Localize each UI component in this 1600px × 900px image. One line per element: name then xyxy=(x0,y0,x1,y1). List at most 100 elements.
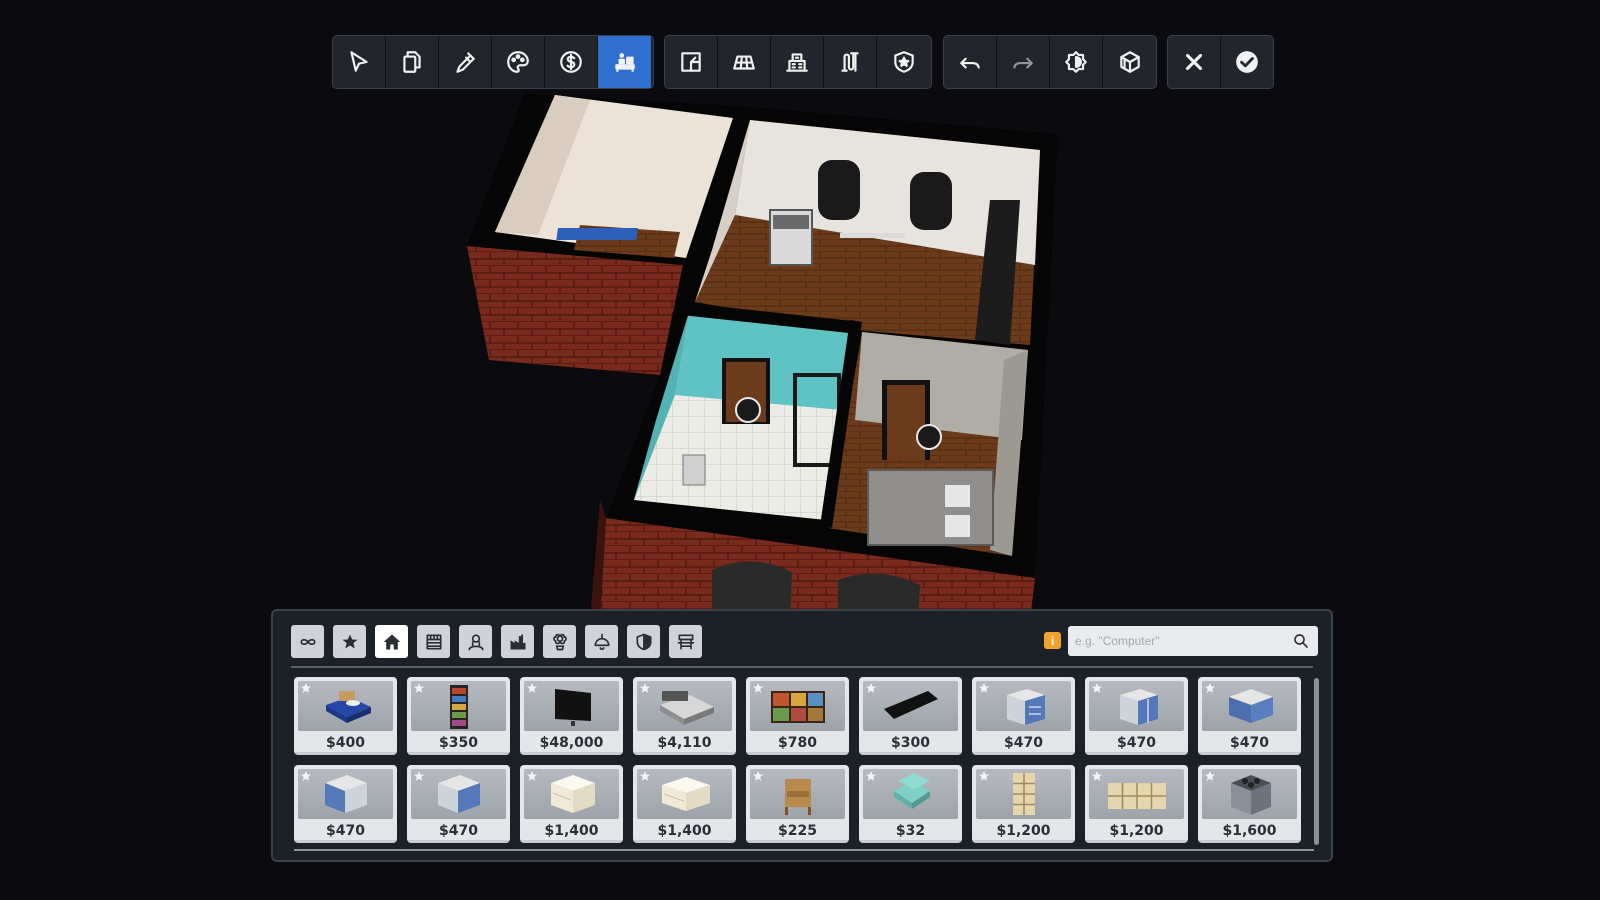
jewelry-box-icon xyxy=(863,769,958,819)
search-input[interactable] xyxy=(1068,626,1283,656)
favorite-star-icon[interactable] xyxy=(978,769,990,781)
catalog-item[interactable]: $300 xyxy=(859,677,962,755)
catalog-item[interactable]: $470 xyxy=(1085,677,1188,755)
item-price: $400 xyxy=(326,735,365,751)
door-cabinet-icon xyxy=(1089,681,1184,731)
plant-icon xyxy=(552,633,567,650)
living-room xyxy=(828,332,1028,556)
category-favorites-button[interactable] xyxy=(333,625,366,658)
corner-cabinet-icon xyxy=(298,769,393,819)
store-icon xyxy=(426,634,441,649)
favorite-star-icon[interactable] xyxy=(413,681,425,693)
star-icon xyxy=(342,634,357,648)
cube-shelf-tall-icon xyxy=(976,769,1071,819)
item-price: $350 xyxy=(439,735,478,751)
favorite-star-icon[interactable] xyxy=(1091,681,1103,693)
item-price: $470 xyxy=(326,823,365,839)
white-cabinet-icon xyxy=(524,769,619,819)
corner-cabinet-2-icon xyxy=(411,769,506,819)
ceiling-lamp-icon xyxy=(594,633,609,650)
favorite-star-icon[interactable] xyxy=(413,769,425,781)
catalog-item[interactable]: $780 xyxy=(746,677,849,755)
cube-shelf-wide-icon xyxy=(1089,769,1184,819)
infinity-icon xyxy=(300,638,315,645)
counter-cabinet-icon xyxy=(1202,681,1297,731)
favorite-star-icon[interactable] xyxy=(300,769,312,781)
item-price: $470 xyxy=(1004,735,1043,751)
category-garden-button[interactable] xyxy=(543,625,576,658)
item-price: $1,400 xyxy=(544,823,599,839)
catalog-item[interactable]: $470 xyxy=(407,765,510,843)
home-icon xyxy=(383,634,400,649)
favorite-star-icon[interactable] xyxy=(1204,681,1216,693)
category-home-button[interactable] xyxy=(375,625,408,658)
catalog-item[interactable]: $400 xyxy=(294,677,397,755)
shield-icon xyxy=(636,633,651,650)
worker-icon xyxy=(468,634,483,650)
catalog-item[interactable]: $1,200 xyxy=(972,765,1075,843)
item-price: $470 xyxy=(439,823,478,839)
favorite-star-icon[interactable] xyxy=(1091,769,1103,781)
item-price: $1,600 xyxy=(1222,823,1277,839)
catalog-item[interactable]: $225 xyxy=(746,765,849,843)
white-cabinet-2-icon xyxy=(637,769,732,819)
item-price: $1,200 xyxy=(996,823,1051,839)
favorite-star-icon[interactable] xyxy=(639,681,651,693)
nightstand-icon xyxy=(750,769,845,819)
category-office-button[interactable] xyxy=(459,625,492,658)
catalog-item[interactable]: $470 xyxy=(972,677,1075,755)
item-price: $1,400 xyxy=(657,823,712,839)
bookshelf-icon xyxy=(411,681,506,731)
item-price: $4,110 xyxy=(657,735,712,751)
category-security-button[interactable] xyxy=(627,625,660,658)
category-outdoor-button[interactable] xyxy=(669,625,702,658)
info-badge[interactable]: i xyxy=(1044,632,1061,649)
favorite-star-icon[interactable] xyxy=(865,681,877,693)
category-store-button[interactable] xyxy=(417,625,450,658)
category-industrial-button[interactable] xyxy=(501,625,534,658)
catalog-item[interactable]: $48,000 xyxy=(520,677,623,755)
favorite-star-icon[interactable] xyxy=(526,769,538,781)
favorite-star-icon[interactable] xyxy=(1204,769,1216,781)
catalog-item[interactable]: $1,400 xyxy=(520,765,623,843)
catalog-divider xyxy=(291,666,1313,668)
catalog-scrollbar[interactable] xyxy=(1314,678,1319,845)
catalog-item[interactable]: $350 xyxy=(407,677,510,755)
item-price: $1,200 xyxy=(1109,823,1164,839)
catalog-row-edge xyxy=(294,849,1314,851)
catalog-item[interactable]: $1,200 xyxy=(1085,765,1188,843)
item-price: $32 xyxy=(895,823,926,839)
catalog-panel: i $400 $350 $48,000 $4,110 xyxy=(271,609,1333,862)
catalog-grid: $400 $350 $48,000 $4,110 $780 $300 $470 … xyxy=(294,677,1301,843)
favorite-star-icon[interactable] xyxy=(639,769,651,781)
favorite-star-icon[interactable] xyxy=(300,681,312,693)
search-icon[interactable] xyxy=(1292,632,1310,650)
tv-icon xyxy=(524,681,619,731)
wide-bookshelf-icon xyxy=(750,681,845,731)
catalog-item[interactable]: $470 xyxy=(294,765,397,843)
item-price: $48,000 xyxy=(539,735,604,751)
catalog-item[interactable]: $470 xyxy=(1198,677,1301,755)
category-all-button[interactable] xyxy=(291,625,324,658)
favorite-star-icon[interactable] xyxy=(978,681,990,693)
house-viewport[interactable] xyxy=(0,0,1600,620)
flat-tv-icon xyxy=(863,681,958,731)
category-lighting-button[interactable] xyxy=(585,625,618,658)
favorite-star-icon[interactable] xyxy=(526,681,538,693)
bench-icon xyxy=(677,634,694,649)
catalog-item[interactable]: $1,600 xyxy=(1198,765,1301,843)
search-box xyxy=(1068,626,1318,656)
item-price: $225 xyxy=(778,823,817,839)
favorite-star-icon[interactable] xyxy=(865,769,877,781)
double-bed-icon xyxy=(637,681,732,731)
item-price: $780 xyxy=(778,735,817,751)
favorite-star-icon[interactable] xyxy=(752,769,764,781)
item-price: $470 xyxy=(1117,735,1156,751)
factory-icon xyxy=(510,634,525,649)
favorite-star-icon[interactable] xyxy=(752,681,764,693)
catalog-item[interactable]: $4,110 xyxy=(633,677,736,755)
single-bed-icon xyxy=(298,681,393,731)
stove-icon xyxy=(1202,769,1297,819)
catalog-item[interactable]: $32 xyxy=(859,765,962,843)
catalog-item[interactable]: $1,400 xyxy=(633,765,736,843)
